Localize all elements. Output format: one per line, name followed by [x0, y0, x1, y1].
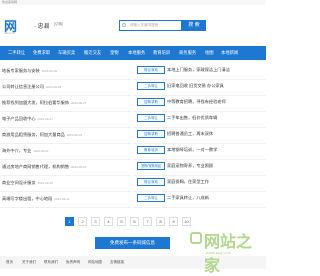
- page-button[interactable]: 1: [65, 217, 74, 226]
- category-tag[interactable]: 二手/转让: [137, 194, 165, 202]
- list-item-title[interactable]: 旧家电回收 旧货交易 办公家具: [167, 83, 224, 89]
- watermark-subtitle: www.zzzj.com: [206, 250, 232, 255]
- list-item-title[interactable]: 中等教育招聘，寻找有经验老师: [167, 99, 226, 105]
- footer-link[interactable]: 网站地图: [88, 260, 102, 265]
- footer-link[interactable]: 联系我们: [44, 260, 58, 265]
- search-button[interactable]: 搜 索: [182, 20, 206, 31]
- nav-item[interactable]: 本地新闻: [221, 46, 238, 60]
- nav-item[interactable]: 二手转让: [8, 46, 25, 60]
- footer-link[interactable]: 友情链接: [110, 260, 124, 265]
- list-item[interactable]: 通过房地产商网销售代理，机构销售 2024-09-20: [0, 159, 130, 176]
- page-button[interactable]: 4: [104, 217, 113, 226]
- list-item-date: 2024-09-20: [71, 165, 87, 169]
- footer-link[interactable]: 关于我们: [22, 260, 36, 265]
- list-item-title: 推荐找到加盟大发，阿拉伯奢华服饰: [2, 100, 70, 105]
- list-item-date: 2024-09-23: [66, 133, 83, 137]
- list-item[interactable]: 招聘/求职 中等教育招聘，寻找有经验老师: [134, 95, 266, 112]
- list-item-title[interactable]: 本地钢琴培训，一对一教学: [167, 147, 217, 153]
- category-tag[interactable]: 二手/转让: [137, 114, 165, 122]
- city-name: · 忠县: [34, 24, 50, 30]
- list-item-date: 2024-09-21: [33, 149, 49, 153]
- nav-item[interactable]: 本地服务: [128, 46, 145, 60]
- list-item[interactable]: 推荐找到加盟大发，阿拉伯奢华服饰 2024-09-27: [0, 95, 130, 112]
- page-button[interactable]: 7: [143, 217, 152, 226]
- category-tag[interactable]: 二手/转让: [137, 82, 165, 90]
- list-item-title: 电子产品回收中心: [2, 116, 36, 121]
- top-strip: 欢迎来到网: [0, 0, 266, 5]
- list-item[interactable]: 宠物/宠物用品 家庭宠物寄养，专业照顾: [134, 159, 266, 176]
- list-item-title: 地板专家服务与安装: [2, 68, 40, 73]
- list-item-title: 海外中介，专业: [2, 148, 32, 153]
- list-item-title: 商旅用品租赁服务，阿加大量商品: [2, 132, 65, 137]
- page-button[interactable]: 5: [117, 217, 126, 226]
- header: 网 .com.cn · 忠县 [切换] 请输入关键词搜索 搜 索: [0, 12, 266, 38]
- category-tag[interactable]: 招聘/求职: [137, 130, 165, 138]
- category-tag[interactable]: 物业/家政: [137, 66, 165, 74]
- list-item-date: 2024-09-11: [54, 197, 70, 201]
- list-item[interactable]: 商业空间设计服务 2024-09-20: [0, 175, 130, 192]
- list-item-date: 2024-09-20: [37, 181, 53, 185]
- category-tag[interactable]: 宠物/宠物用品: [137, 162, 165, 170]
- list-item-title: 通过房地产商网销售代理，机构销售: [2, 164, 70, 169]
- switch-city-link[interactable]: [切换]: [54, 22, 63, 27]
- nav-item[interactable]: 教育培训: [153, 46, 170, 60]
- nav-item[interactable]: 商务服务: [179, 46, 196, 60]
- nav-item[interactable]: 免费求职: [33, 46, 50, 60]
- search-input[interactable]: 请输入关键词搜索: [119, 20, 182, 31]
- category-tag[interactable]: 物业/家政: [137, 178, 165, 186]
- list-item[interactable]: 二手/转让 二手家具转让，八成新: [134, 191, 266, 208]
- category-tag[interactable]: 招聘/求职: [137, 98, 165, 106]
- list-item-title: 商业空间设计服务: [2, 180, 36, 185]
- list-item-date: 2024-09-29: [41, 69, 58, 73]
- list-item[interactable]: 公司转让信息注册公司 2024-09-28: [0, 79, 130, 96]
- main-nav: 二手转让 免费求职 车辆买卖 搬迁交友 宠物 本地服务 教育培训 商务服务 地图…: [0, 46, 266, 60]
- list-item-title[interactable]: 招聘普通员工，周末双休: [167, 131, 213, 137]
- watermark: 网站之家 www.zzzj.com: [188, 226, 264, 275]
- list-item-title: 公司转让信息注册公司: [2, 84, 44, 89]
- list-item-title[interactable]: 家庭保姆，住家型工作: [167, 179, 209, 185]
- list-item[interactable]: 海外中介，专业 2024-09-21: [0, 143, 130, 160]
- page-button[interactable]: 8: [156, 217, 165, 226]
- page-button[interactable]: 10: [182, 217, 191, 226]
- page-button[interactable]: 6: [130, 217, 139, 226]
- list-item[interactable]: 物业/家政 本地上门服务，家政保洁上门清洁: [134, 63, 266, 80]
- page-button[interactable]: 9: [169, 217, 178, 226]
- nav-item[interactable]: 宠物: [110, 46, 119, 60]
- page-button[interactable]: 3: [91, 217, 100, 226]
- list-item-title[interactable]: 家庭宠物寄养，专业照顾: [167, 163, 213, 169]
- list-item-date: 2024-09-27: [71, 101, 87, 105]
- list-item[interactable]: 招聘/求职 招聘普通员工，周末双休: [134, 127, 266, 144]
- logo-subtitle: .com.cn: [4, 31, 15, 35]
- nav-item[interactable]: 地图: [205, 46, 214, 60]
- list-item-date: 2024-09-28: [45, 85, 62, 89]
- watermark-logo-icon: [190, 232, 202, 244]
- list-item-title[interactable]: 二手家具转让，八成新: [167, 195, 209, 201]
- page-button[interactable]: 2: [78, 217, 87, 226]
- list-item[interactable]: 商旅用品租赁服务，阿加大量商品 2024-09-23: [0, 127, 130, 144]
- top-strip-text: 欢迎来到网: [2, 0, 18, 4]
- footer-link[interactable]: 免责声明: [66, 260, 80, 265]
- list-item[interactable]: 二手/转让 二手车出售，低价优质车辆: [134, 111, 266, 128]
- list-item-date: 2024-09-27: [37, 117, 53, 121]
- footer-link[interactable]: 首页: [6, 260, 13, 265]
- nav-item[interactable]: 车辆买卖: [58, 46, 75, 60]
- category-tag[interactable]: 教育/培训: [137, 146, 165, 154]
- list-item[interactable]: 物业/家政 家庭保姆，住家型工作: [134, 175, 266, 192]
- nav-item[interactable]: 搬迁交友: [84, 46, 101, 60]
- post-listing-button[interactable]: 免费发布一条同城信息: [95, 237, 170, 249]
- search-icon: [122, 23, 126, 27]
- list-item-title[interactable]: 本地上门服务，家政保洁上门清洁: [167, 67, 230, 73]
- list-item[interactable]: 地板专家服务与安装 2024-09-29: [0, 63, 130, 80]
- list-item[interactable]: 二手/转让 旧家电回收 旧货交易 办公家具: [134, 79, 266, 96]
- list-item[interactable]: 教育/培训 本地钢琴培训，一对一教学: [134, 143, 266, 160]
- list-item-title: 高端写字楼出租，中心地段: [2, 196, 53, 201]
- list-item-title[interactable]: 二手车出售，低价优质车辆: [167, 115, 217, 121]
- list-item[interactable]: 电子产品回收中心 2024-09-27: [0, 111, 130, 128]
- list-item[interactable]: 高端写字楼出租，中心地段 2024-09-11: [0, 191, 130, 208]
